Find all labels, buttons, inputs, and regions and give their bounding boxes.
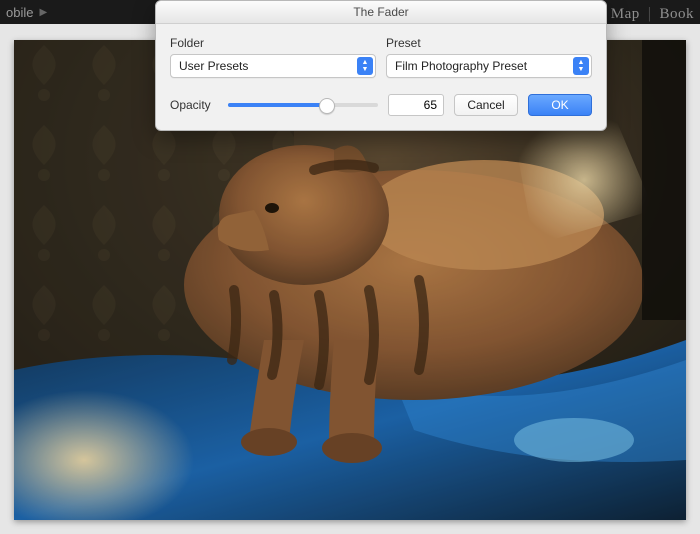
select-row: User Presets ▲▼ Film Photography Preset … bbox=[170, 54, 592, 78]
dialog-body: Folder Preset User Presets ▲▼ Film Photo… bbox=[156, 24, 606, 130]
folder-select-value: User Presets bbox=[179, 59, 248, 73]
dropdown-stepper-icon: ▲▼ bbox=[573, 57, 589, 75]
preset-select[interactable]: Film Photography Preset ▲▼ bbox=[386, 54, 592, 78]
opacity-slider[interactable] bbox=[228, 96, 378, 114]
folder-label: Folder bbox=[170, 36, 376, 50]
select-labels-row: Folder Preset bbox=[170, 36, 592, 50]
slider-fill bbox=[228, 103, 326, 107]
module-tab-map[interactable]: Map bbox=[611, 6, 640, 23]
slider-thumb[interactable] bbox=[319, 98, 335, 114]
disclosure-triangle-icon[interactable]: ▶ bbox=[39, 7, 47, 18]
module-tab-book-fragment[interactable]: Book bbox=[659, 6, 694, 23]
fader-dialog: The Fader Folder Preset User Presets ▲▼ … bbox=[155, 0, 607, 131]
ok-button[interactable]: OK bbox=[528, 94, 592, 116]
preset-select-value: Film Photography Preset bbox=[395, 59, 527, 73]
folder-select[interactable]: User Presets ▲▼ bbox=[170, 54, 376, 78]
preset-label: Preset bbox=[386, 36, 592, 50]
dropdown-stepper-icon: ▲▼ bbox=[357, 57, 373, 75]
controls-row: Opacity Cancel OK bbox=[170, 94, 592, 116]
module-separator: | bbox=[648, 5, 652, 23]
opacity-label: Opacity bbox=[170, 98, 218, 112]
opacity-value-input[interactable] bbox=[388, 94, 444, 116]
dialog-title: The Fader bbox=[156, 1, 606, 24]
app-stage: obile ▶ Library | Develop | Map | Book bbox=[0, 0, 700, 534]
identity-plate-area: obile ▶ bbox=[6, 5, 47, 20]
cancel-button[interactable]: Cancel bbox=[454, 94, 518, 116]
identity-plate-text-fragment: obile bbox=[6, 5, 33, 20]
